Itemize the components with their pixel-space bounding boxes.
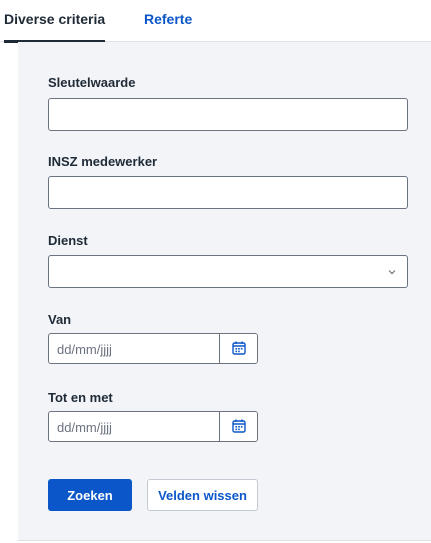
until-date-picker-button[interactable] xyxy=(219,412,257,441)
clear-fields-button[interactable]: Velden wissen xyxy=(147,479,258,511)
from-date-placeholder: dd/mm/jjjj xyxy=(57,342,112,357)
from-date-picker-button[interactable] xyxy=(219,334,257,363)
until-date-label: Tot en met xyxy=(48,390,113,405)
calendar-icon xyxy=(232,341,246,355)
service-label: Dienst xyxy=(48,233,88,248)
from-date-field[interactable]: dd/mm/jjjj xyxy=(48,333,258,364)
employee-insz-input[interactable] xyxy=(48,176,408,209)
key-value-label: Sleutelwaarde xyxy=(48,75,136,90)
tab-bar: Diverse criteria Referte xyxy=(0,0,431,43)
service-select[interactable] xyxy=(48,255,408,288)
employee-insz-label: INSZ medewerker xyxy=(48,154,158,169)
from-date-label: Van xyxy=(48,312,72,327)
until-date-placeholder: dd/mm/jjjj xyxy=(57,420,112,435)
tab-referte[interactable]: Referte xyxy=(144,10,192,42)
key-value-input[interactable] xyxy=(48,98,408,131)
search-form-panel: Sleutelwaarde INSZ medewerker Dienst Van… xyxy=(18,42,431,541)
tab-diverse-criteria[interactable]: Diverse criteria xyxy=(4,10,106,43)
chevron-down-icon xyxy=(388,270,396,275)
until-date-field[interactable]: dd/mm/jjjj xyxy=(48,411,258,442)
calendar-icon xyxy=(232,419,246,433)
search-button[interactable]: Zoeken xyxy=(48,479,132,511)
